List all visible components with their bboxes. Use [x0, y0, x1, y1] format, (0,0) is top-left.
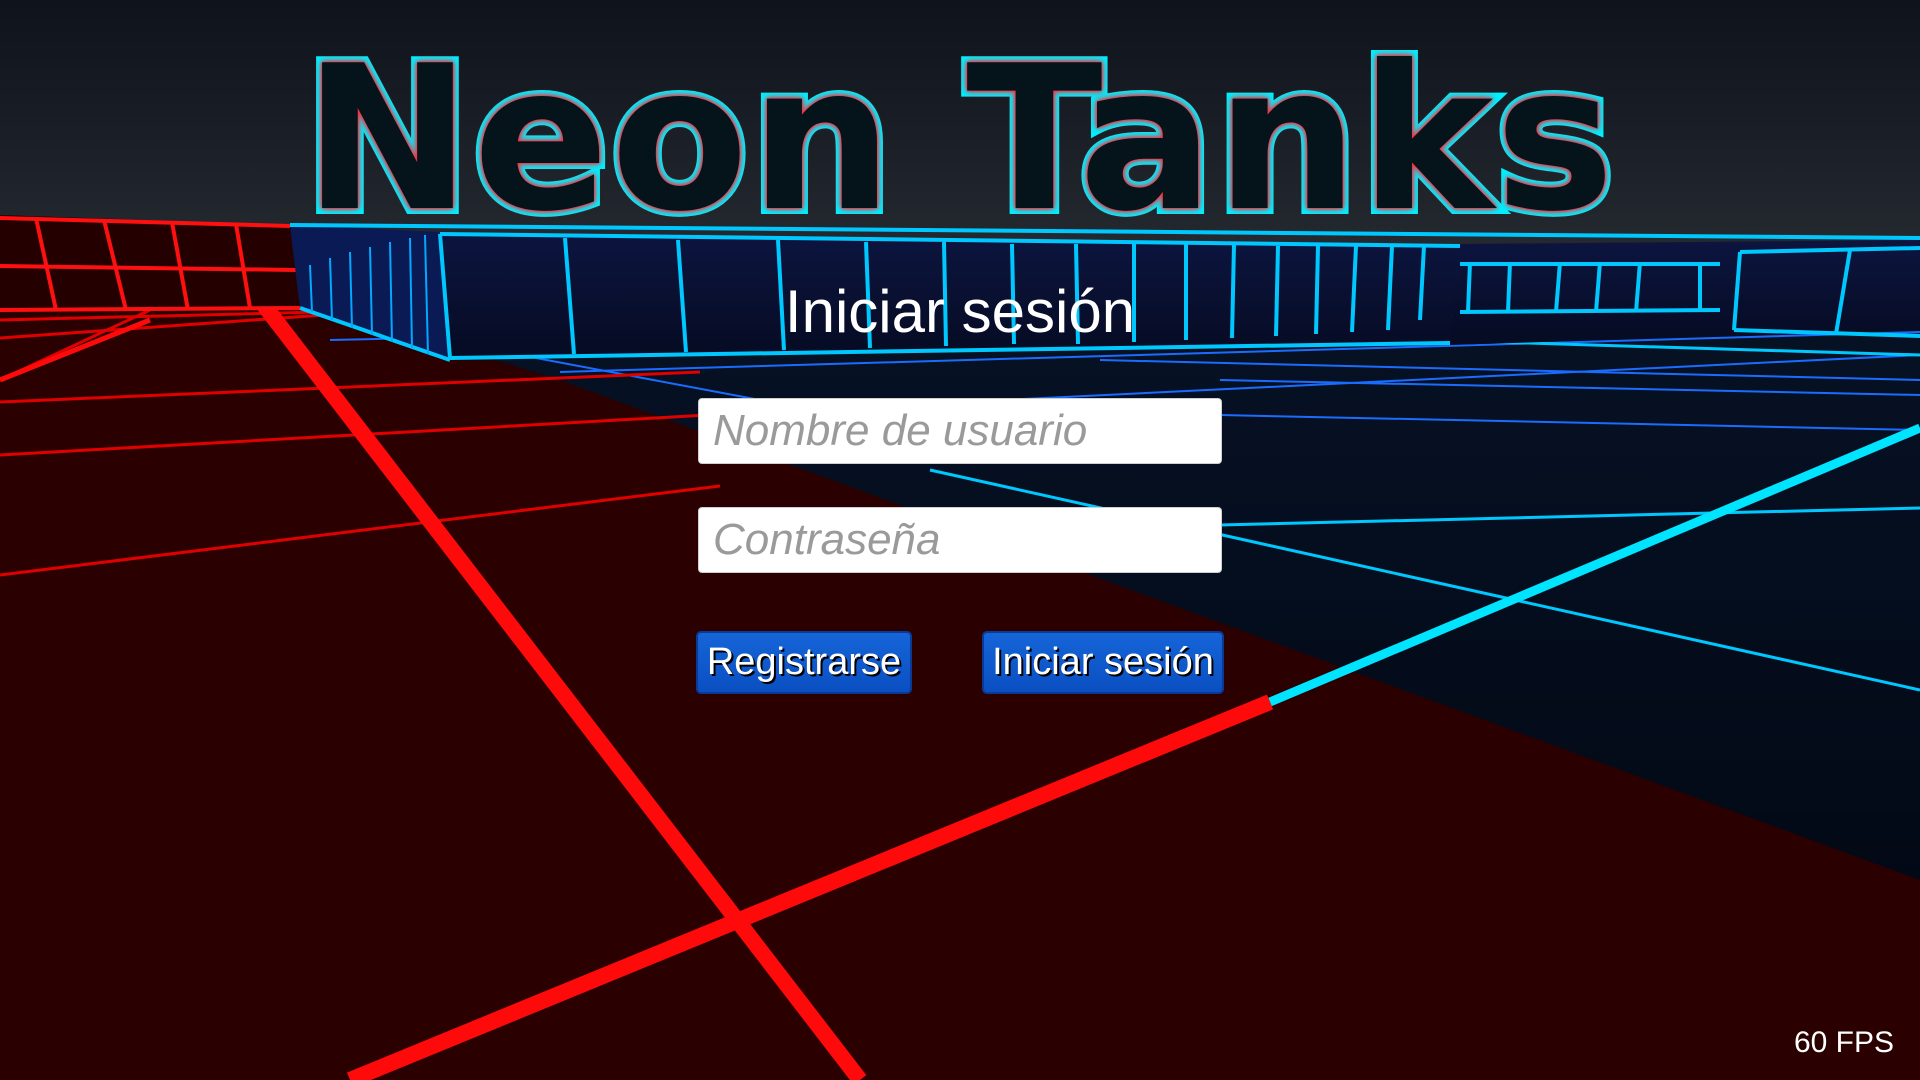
register-button[interactable]: Registrarse [696, 631, 912, 694]
login-heading: Iniciar sesión [784, 278, 1136, 345]
game-screen: Neon Tanks Iniciar sesión Registrarse In… [0, 0, 1920, 1080]
fps-counter: 60 FPS [1793, 1026, 1894, 1059]
game-title: Neon Tanks [298, 23, 1620, 256]
password-field[interactable] [698, 507, 1222, 573]
username-field[interactable] [698, 398, 1222, 464]
login-button[interactable]: Iniciar sesión [982, 631, 1224, 694]
